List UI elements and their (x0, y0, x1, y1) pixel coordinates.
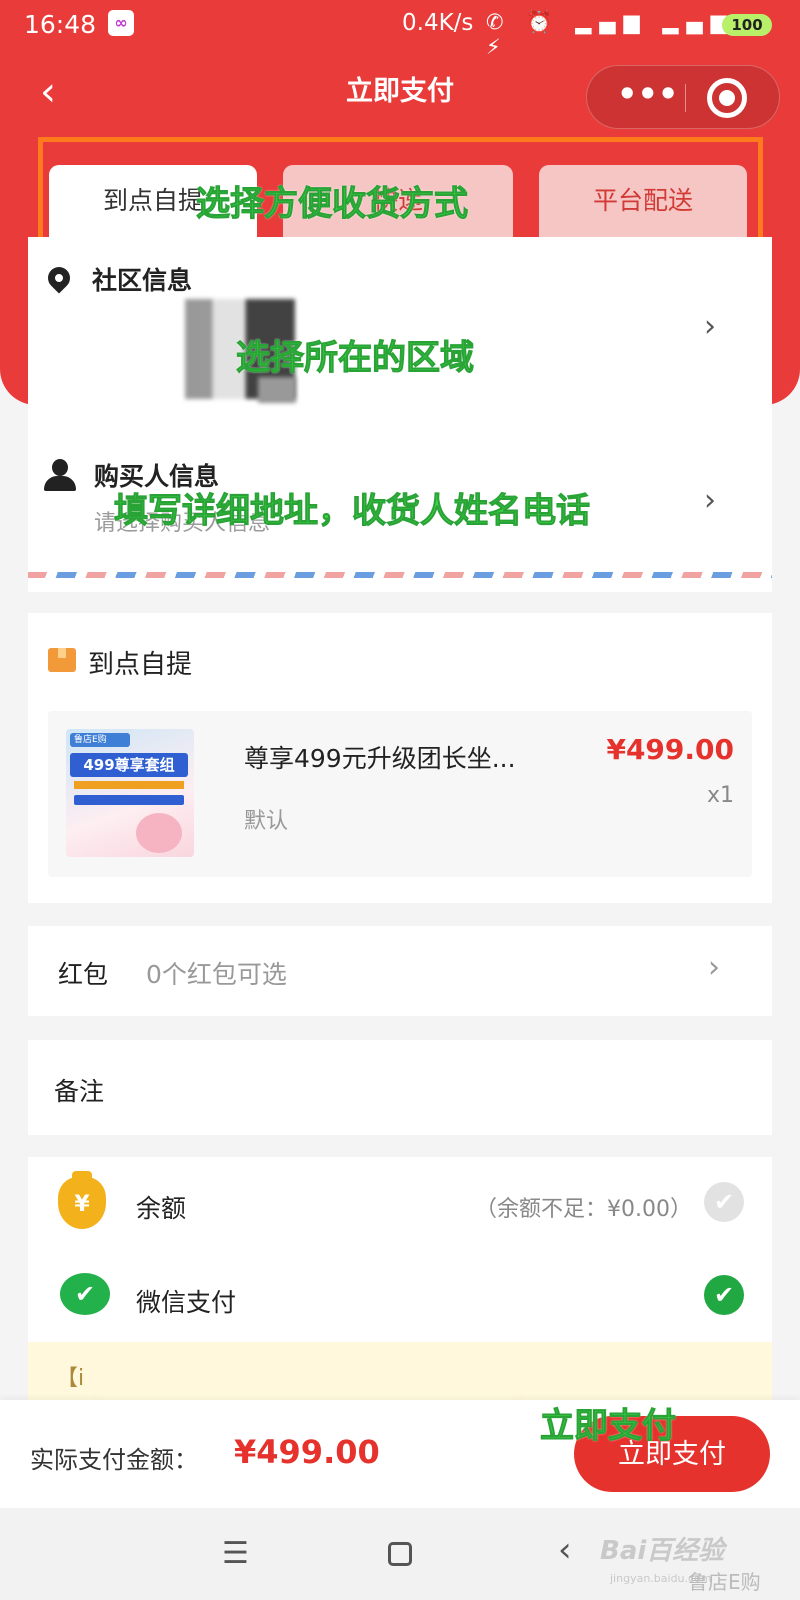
balance-check-icon[interactable]: ✔ (704, 1182, 744, 1222)
blurred-community-info-2 (258, 377, 296, 403)
annotation-choose-delivery: 选择方便收货方式 (196, 184, 469, 225)
notice-text: 【i (56, 1366, 85, 1391)
product-thumbnail: 鲁店E购 499尊享套组 (66, 729, 194, 857)
red-packet-value: 0个红包可选 (146, 960, 287, 989)
payment-methods: ¥ 余额 （余额不足：¥0.00） ✔ ✔ 微信支付 ✔ (28, 1157, 772, 1342)
notice-blur (98, 1350, 518, 1400)
annotation-fill-address: 填写详细地址，收货人姓名电话 (114, 491, 591, 532)
balance-note: （余额不足：¥0.00） (475, 1197, 692, 1222)
total-label: 实际支付金额： (30, 1446, 198, 1474)
wechat-pay-label: 微信支付 (136, 1288, 237, 1317)
red-packet-row[interactable]: 红包 0个红包可选 › (28, 926, 772, 1016)
remarks-row[interactable]: 备注 (28, 1040, 772, 1135)
account-watermark: 鲁店E购 (688, 1570, 761, 1594)
thumbnail-brand: 鲁店E购 (70, 733, 130, 747)
status-time: 16:48 (24, 10, 97, 39)
red-packet-label: 红包 (58, 960, 109, 989)
product-item[interactable]: 鲁店E购 499尊享套组 尊享499元升级团长坐... 默认 ¥499.00 x… (48, 711, 752, 877)
address-card: 社区信息 › 购买人信息 请选择购买人信息 › (28, 237, 772, 592)
total-amount: ¥499.00 (234, 1433, 380, 1471)
remarks-label: 备注 (54, 1077, 105, 1106)
airmail-divider (28, 572, 772, 578)
balance-coin-icon: ¥ (58, 1171, 106, 1229)
close-miniprogram-icon[interactable] (707, 78, 747, 118)
home-icon[interactable] (388, 1542, 412, 1566)
person-icon (44, 459, 76, 493)
status-bar: 16:48 ∞ 0.4K/s ✆ ⏰ ▂▄▆ ▂▄▆ ◠ ⚡ 100 (0, 0, 800, 59)
red-packet-chevron-icon[interactable]: › (708, 950, 720, 985)
menu-icon[interactable]: ☰ (222, 1536, 249, 1571)
annotation-pay-now: 立即支付 (540, 1406, 677, 1447)
app-notification-icon: ∞ (108, 10, 134, 36)
system-back-icon[interactable]: ‹ (558, 1530, 572, 1570)
community-chevron-icon[interactable]: › (704, 309, 716, 344)
product-variant: 默认 (244, 809, 289, 834)
network-speed: 0.4K/s (402, 10, 474, 36)
miniprogram-capsule: ••• (586, 65, 780, 129)
checkout-bar: 实际支付金额： ¥499.00 立即支付 (0, 1400, 800, 1508)
annotation-choose-area: 选择所在的区域 (236, 338, 475, 379)
product-price: ¥499.00 (606, 733, 734, 766)
product-name: 尊享499元升级团长坐... (244, 744, 516, 773)
capsule-divider (685, 84, 686, 112)
product-quantity: x1 (706, 783, 734, 808)
community-title: 社区信息 (92, 266, 193, 295)
balance-label: 余额 (136, 1194, 187, 1223)
wechat-pay-check-icon[interactable]: ✔ (704, 1275, 744, 1315)
thumbnail-banner: 499尊享套组 (70, 753, 188, 777)
battery-icon: 100 (722, 14, 772, 36)
package-icon (48, 648, 76, 672)
buyer-chevron-icon[interactable]: › (704, 483, 716, 518)
system-navigation-bar: ☰ ‹ Bai百经验 jingyan.baidu.com 鲁店E购 (0, 1508, 800, 1600)
baidu-watermark: Bai百经验 (600, 1536, 725, 1566)
pickup-label: 到点自提 (88, 650, 193, 680)
more-icon[interactable]: ••• (617, 76, 678, 118)
wechat-pay-icon: ✔ (60, 1273, 110, 1315)
location-pin-icon (43, 262, 75, 294)
order-card: 到点自提 鲁店E购 499尊享套组 尊享499元升级团长坐... 默认 ¥499… (28, 613, 772, 903)
